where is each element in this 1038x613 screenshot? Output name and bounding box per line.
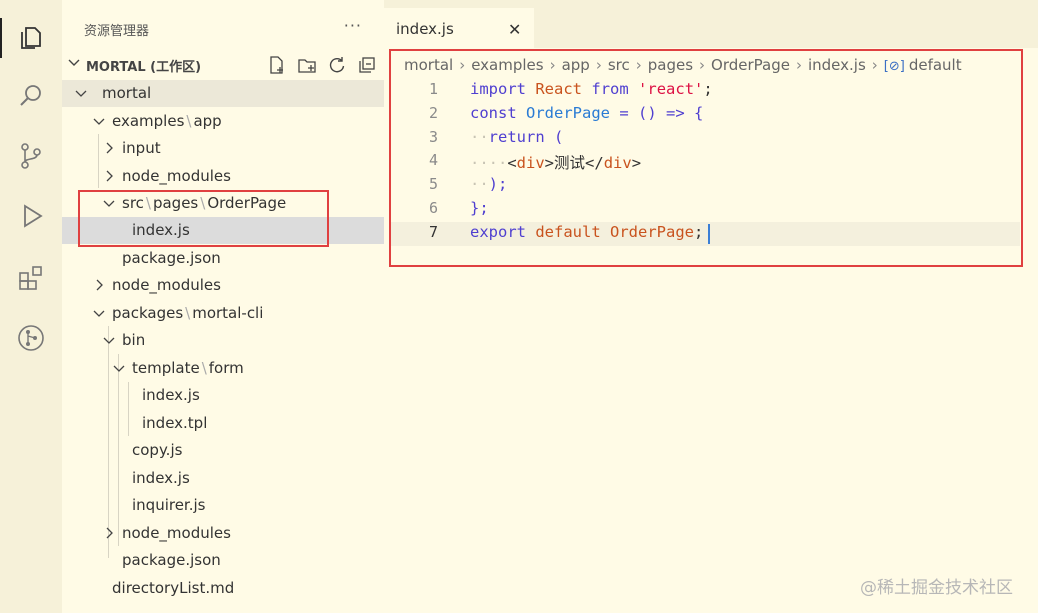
- tree-folder-node-modules[interactable]: node_modules: [62, 520, 384, 547]
- path-segment: app: [193, 112, 222, 130]
- sidebar-title: 资源管理器: [84, 24, 150, 39]
- tree-file-package-json[interactable]: package.json: [62, 547, 384, 574]
- more-actions-icon[interactable]: ···: [344, 16, 362, 35]
- activity-bar: [0, 0, 62, 613]
- extensions-icon[interactable]: [0, 254, 62, 302]
- path-segment: examples: [112, 112, 185, 130]
- chevron-down-icon: [66, 54, 82, 74]
- tree-label: node_modules: [122, 167, 231, 185]
- tree-label: bin: [122, 331, 146, 349]
- tree-file-index-tpl[interactable]: index.tpl: [62, 410, 384, 437]
- chevron-right-icon: [92, 278, 106, 292]
- collapse-all-icon[interactable]: [356, 54, 378, 76]
- tree-label: inquirer.js: [132, 496, 206, 514]
- workspace-header[interactable]: MORTAL (工作区): [62, 50, 384, 78]
- tree-folder-node-modules[interactable]: node_modules: [62, 272, 384, 299]
- tree-label: template \ form: [132, 359, 244, 377]
- watermark: @稀土掘金技术社区: [860, 578, 1013, 598]
- run-debug-icon[interactable]: [0, 192, 62, 240]
- explorer-sidebar: 资源管理器 ··· MORTAL (工作区) mortal examples \ a…: [62, 0, 384, 613]
- explorer-icon[interactable]: [0, 14, 62, 62]
- tree-label: node_modules: [112, 276, 221, 294]
- editor-tab-bar: index.js ✕: [384, 0, 1038, 48]
- path-segment: mortal-cli: [192, 304, 264, 322]
- tree-label: index.js: [142, 386, 200, 404]
- tree-file-inquirer-js[interactable]: inquirer.js: [62, 492, 384, 519]
- tree-folder-node-modules[interactable]: node_modules: [62, 163, 384, 190]
- tree-file-directorylist-md[interactable]: directoryList.md: [62, 575, 384, 602]
- tree-folder-mortal[interactable]: mortal: [62, 80, 384, 107]
- tree-label: index.js: [132, 469, 190, 487]
- new-folder-icon[interactable]: [296, 54, 318, 76]
- tree-label: node_modules: [122, 524, 231, 542]
- tree-folder-bin[interactable]: bin: [62, 327, 384, 354]
- chevron-right-icon: [102, 526, 116, 540]
- tree-file-copy-js[interactable]: copy.js: [62, 437, 384, 464]
- tree-file-index-js[interactable]: index.js: [62, 382, 384, 409]
- tree-file-index-js[interactable]: index.js: [62, 465, 384, 492]
- tree-file-package-json[interactable]: package.json: [62, 245, 384, 272]
- tree-label: index.tpl: [142, 414, 208, 432]
- path-segment: form: [208, 359, 244, 377]
- path-segment: packages: [112, 304, 184, 322]
- tree-label: mortal: [102, 84, 152, 102]
- tree-folder-input[interactable]: input: [62, 135, 384, 162]
- close-icon[interactable]: ✕: [508, 20, 521, 39]
- tree-label: packages \ mortal-cli: [112, 304, 264, 322]
- path-segment: template: [132, 359, 200, 377]
- refresh-icon[interactable]: [326, 54, 348, 76]
- chevron-down-icon: [112, 361, 126, 375]
- new-file-icon[interactable]: [266, 54, 288, 76]
- tree-label: copy.js: [132, 441, 183, 459]
- tree-label: input: [122, 139, 161, 157]
- tree-label: package.json: [122, 249, 221, 267]
- tree-label: directoryList.md: [112, 579, 235, 597]
- workspace-label: MORTAL (工作区): [86, 60, 202, 75]
- chevron-down-icon: [102, 333, 116, 347]
- chevron-down-icon: [92, 306, 106, 320]
- git-graph-icon[interactable]: [0, 314, 62, 362]
- source-control-icon[interactable]: [0, 132, 62, 180]
- tree-label: examples \ app: [112, 112, 222, 130]
- tree-folder-packages-mortal-cli[interactable]: packages \ mortal-cli: [62, 300, 384, 327]
- chevron-right-icon: [102, 141, 116, 155]
- tree-folder-examples-app[interactable]: examples \ app: [62, 108, 384, 135]
- chevron-down-icon: [92, 114, 106, 128]
- chevron-down-icon: [74, 86, 88, 100]
- chevron-right-icon: [102, 169, 116, 183]
- workspace-actions: [266, 54, 378, 76]
- highlight-box: [78, 190, 329, 247]
- tab-index-js[interactable]: index.js ✕: [384, 8, 534, 48]
- highlight-box: [389, 49, 1023, 267]
- tab-label: index.js: [396, 20, 454, 38]
- search-icon[interactable]: [0, 72, 62, 120]
- tree-label: package.json: [122, 551, 221, 569]
- tree-folder-template-form[interactable]: template \ form: [62, 355, 384, 382]
